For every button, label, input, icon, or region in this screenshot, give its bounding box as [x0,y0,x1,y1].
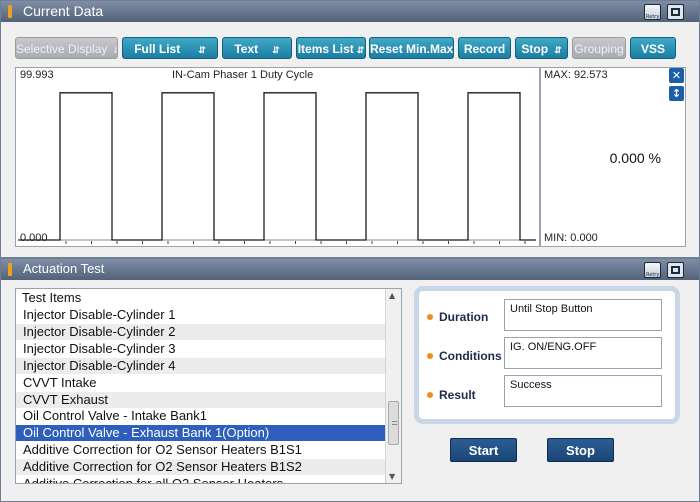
stop-dropdown[interactable]: Stop ⇵ [515,37,568,59]
scroll-thumb[interactable] [388,401,399,445]
current-value: 0.000 % [609,150,661,166]
list-item[interactable]: Oil Control Valve - Intake Bank1 [16,408,386,424]
graph-plot [18,92,536,244]
retry-icon[interactable]: Retry [644,262,661,278]
start-button[interactable]: Start [450,438,517,462]
test-detail-panel: Duration Until Stop Button Conditions IG… [414,286,680,424]
close-icon[interactable]: ✕ [669,68,684,83]
retry-icon[interactable]: Retry [644,4,661,20]
test-items-list[interactable]: Test Items Injector Disable-Cylinder 1 In… [15,288,402,484]
conditions-label: Conditions [427,349,502,363]
bullet-icon [427,352,433,359]
record-button[interactable]: Record [458,37,511,59]
expand-icon[interactable]: ↕ [669,86,684,101]
current-data-title: Current Data [23,3,104,19]
scroll-down-icon[interactable]: ▼ [389,472,395,481]
list-item[interactable]: Injector Disable-Cylinder 1 [16,307,386,323]
conditions-field: IG. ON/ENG.OFF [504,337,662,369]
list-item[interactable]: Additive Correction for all O2 Sensor He… [16,476,386,483]
min-readout: MIN: 0.000 [544,232,598,244]
vss-button[interactable]: VSS [630,37,676,59]
current-data-panel: Current Data Retry Selective Display⇵ Fu… [0,0,700,258]
window-icon[interactable] [667,262,684,278]
result-label: Result [427,388,476,402]
list-item[interactable]: CVVT Exhaust [16,391,386,408]
list-header: Test Items [22,290,82,305]
bullet-icon [427,391,433,398]
duty-cycle-series [18,92,536,241]
title-marker-icon [8,5,12,18]
actuation-titlebar: Actuation Test Retry [1,259,699,280]
reset-minmax-button[interactable]: Reset Min.Max [369,37,454,59]
list-item[interactable]: Injector Disable-Cylinder 2 [16,323,386,340]
list-scrollbar[interactable]: ▲ ▼ [385,289,401,483]
list-item[interactable]: Injector Disable-Cylinder 4 [16,357,386,374]
stop-button[interactable]: Stop [547,438,614,462]
list-item[interactable]: Additive Correction for O2 Sensor Heater… [16,459,386,476]
window-icon[interactable] [667,4,684,20]
grouping-button[interactable]: Grouping [572,37,626,59]
list-item[interactable]: CVVT Intake [16,375,386,391]
actuation-title: Actuation Test [23,261,105,276]
max-readout: MAX: 92.573 [544,69,608,81]
selective-display-dropdown[interactable]: Selective Display⇵ [15,37,118,59]
title-marker-icon [8,263,12,276]
full-list-dropdown[interactable]: Full List ⇵ [122,37,218,59]
retry-label: Retry [646,272,660,278]
text-dropdown[interactable]: Text ⇵ [222,37,292,59]
list-item[interactable]: Additive Correction for O2 Sensor Heater… [16,442,386,458]
list-item[interactable]: Injector Disable-Cylinder 3 [16,341,386,357]
list-item[interactable]: Oil Control Valve - Exhaust Bank 1(Optio… [16,425,386,442]
value-info-panel: MAX: 92.573 0.000 % MIN: 0.000 [540,67,686,247]
current-data-titlebar: Current Data Retry [1,1,699,22]
graph-area: 99.993 IN-Cam Phaser 1 Duty Cycle 0.000 [15,67,540,247]
result-field: Success [504,375,662,407]
scroll-up-icon[interactable]: ▲ [389,291,395,300]
duration-field: Until Stop Button [504,299,662,331]
bullet-icon [427,313,433,320]
retry-label: Retry [646,14,660,20]
items-list-dropdown[interactable]: Items List ⇵ [296,37,366,59]
toolbar: Selective Display⇵ Full List⇵ Text⇵ Item… [15,37,685,59]
duration-label: Duration [427,310,488,324]
